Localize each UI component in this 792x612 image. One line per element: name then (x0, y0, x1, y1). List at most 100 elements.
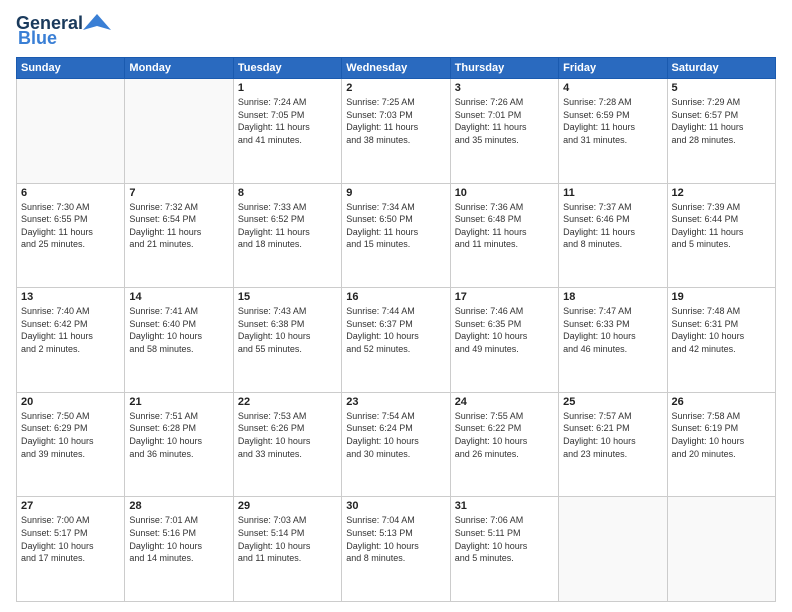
weekday-header-tuesday: Tuesday (233, 58, 341, 79)
calendar-cell: 27 Sunrise: 7:00 AMSunset: 5:17 PMDayligh… (17, 497, 125, 602)
day-number: 25 (563, 396, 662, 408)
day-detail: Sunrise: 7:25 AMSunset: 7:03 PMDaylight:… (346, 96, 445, 146)
calendar-cell: 16 Sunrise: 7:44 AMSunset: 6:37 PMDayligh… (342, 288, 450, 393)
day-detail: Sunrise: 7:50 AMSunset: 6:29 PMDaylight:… (21, 410, 120, 460)
day-detail: Sunrise: 7:53 AMSunset: 6:26 PMDaylight:… (238, 410, 337, 460)
day-detail: Sunrise: 7:40 AMSunset: 6:42 PMDaylight:… (21, 305, 120, 355)
day-detail: Sunrise: 7:57 AMSunset: 6:21 PMDaylight:… (563, 410, 662, 460)
day-detail: Sunrise: 7:28 AMSunset: 6:59 PMDaylight:… (563, 96, 662, 146)
calendar-cell: 20 Sunrise: 7:50 AMSunset: 6:29 PMDayligh… (17, 392, 125, 497)
day-number: 2 (346, 82, 445, 94)
page: General Blue SundayMondayTuesdayWednesda… (0, 0, 792, 612)
day-detail: Sunrise: 7:37 AMSunset: 6:46 PMDaylight:… (563, 201, 662, 251)
calendar-cell: 26 Sunrise: 7:58 AMSunset: 6:19 PMDayligh… (667, 392, 775, 497)
calendar-cell: 9 Sunrise: 7:34 AMSunset: 6:50 PMDaylight… (342, 183, 450, 288)
weekday-header-friday: Friday (559, 58, 667, 79)
calendar-cell: 8 Sunrise: 7:33 AMSunset: 6:52 PMDaylight… (233, 183, 341, 288)
week-row-1: 1 Sunrise: 7:24 AMSunset: 7:05 PMDaylight… (17, 79, 776, 184)
weekday-header-row: SundayMondayTuesdayWednesdayThursdayFrid… (17, 58, 776, 79)
day-detail: Sunrise: 7:46 AMSunset: 6:35 PMDaylight:… (455, 305, 554, 355)
day-number: 27 (21, 500, 120, 512)
header: General Blue (16, 12, 776, 49)
day-detail: Sunrise: 7:34 AMSunset: 6:50 PMDaylight:… (346, 201, 445, 251)
calendar-cell: 23 Sunrise: 7:54 AMSunset: 6:24 PMDayligh… (342, 392, 450, 497)
day-number: 31 (455, 500, 554, 512)
calendar-cell (17, 79, 125, 184)
day-number: 9 (346, 187, 445, 199)
day-number: 19 (672, 291, 771, 303)
calendar-cell: 4 Sunrise: 7:28 AMSunset: 6:59 PMDaylight… (559, 79, 667, 184)
day-number: 29 (238, 500, 337, 512)
calendar-cell: 2 Sunrise: 7:25 AMSunset: 7:03 PMDaylight… (342, 79, 450, 184)
day-number: 17 (455, 291, 554, 303)
day-number: 1 (238, 82, 337, 94)
day-number: 14 (129, 291, 228, 303)
day-detail: Sunrise: 7:54 AMSunset: 6:24 PMDaylight:… (346, 410, 445, 460)
calendar-cell: 28Sunrise: 7:01 AMSunset: 5:16 PMDayligh… (125, 497, 233, 602)
day-detail: Sunrise: 7:01 AMSunset: 5:16 PMDaylight:… (129, 514, 228, 564)
day-number: 16 (346, 291, 445, 303)
calendar-table: SundayMondayTuesdayWednesdayThursdayFrid… (16, 57, 776, 602)
day-number: 7 (129, 187, 228, 199)
logo-bird-icon (83, 12, 111, 34)
day-number: 11 (563, 187, 662, 199)
weekday-header-monday: Monday (125, 58, 233, 79)
day-detail: Sunrise: 7:51 AMSunset: 6:28 PMDaylight:… (129, 410, 228, 460)
day-number: 30 (346, 500, 445, 512)
weekday-header-wednesday: Wednesday (342, 58, 450, 79)
calendar-cell: 17 Sunrise: 7:46 AMSunset: 6:35 PMDayligh… (450, 288, 558, 393)
day-number: 23 (346, 396, 445, 408)
weekday-header-sunday: Sunday (17, 58, 125, 79)
calendar-cell: 5 Sunrise: 7:29 AMSunset: 6:57 PMDaylight… (667, 79, 775, 184)
day-detail: Sunrise: 7:43 AMSunset: 6:38 PMDaylight:… (238, 305, 337, 355)
logo: General Blue (16, 12, 111, 49)
calendar-cell: 21 Sunrise: 7:51 AMSunset: 6:28 PMDayligh… (125, 392, 233, 497)
calendar-cell: 30 Sunrise: 7:04 AMSunset: 5:13 PMDayligh… (342, 497, 450, 602)
week-row-3: 13Sunrise: 7:40 AMSunset: 6:42 PMDayligh… (17, 288, 776, 393)
day-number: 10 (455, 187, 554, 199)
calendar-cell: 19Sunrise: 7:48 AMSunset: 6:31 PMDayligh… (667, 288, 775, 393)
calendar-cell: 18Sunrise: 7:47 AMSunset: 6:33 PMDayligh… (559, 288, 667, 393)
day-detail: Sunrise: 7:26 AMSunset: 7:01 PMDaylight:… (455, 96, 554, 146)
calendar-cell: 29 Sunrise: 7:03 AMSunset: 5:14 PMDayligh… (233, 497, 341, 602)
day-number: 20 (21, 396, 120, 408)
calendar-cell: 22 Sunrise: 7:53 AMSunset: 6:26 PMDayligh… (233, 392, 341, 497)
day-detail: Sunrise: 7:29 AMSunset: 6:57 PMDaylight:… (672, 96, 771, 146)
day-detail: Sunrise: 7:30 AMSunset: 6:55 PMDaylight:… (21, 201, 120, 251)
day-detail: Sunrise: 7:58 AMSunset: 6:19 PMDaylight:… (672, 410, 771, 460)
weekday-header-thursday: Thursday (450, 58, 558, 79)
week-row-2: 6 Sunrise: 7:30 AMSunset: 6:55 PMDaylight… (17, 183, 776, 288)
calendar-cell: 31 Sunrise: 7:06 AMSunset: 5:11 PMDayligh… (450, 497, 558, 602)
day-number: 26 (672, 396, 771, 408)
weekday-header-saturday: Saturday (667, 58, 775, 79)
calendar-cell: 3 Sunrise: 7:26 AMSunset: 7:01 PMDaylight… (450, 79, 558, 184)
calendar-cell: 6 Sunrise: 7:30 AMSunset: 6:55 PMDaylight… (17, 183, 125, 288)
day-detail: Sunrise: 7:24 AMSunset: 7:05 PMDaylight:… (238, 96, 337, 146)
day-detail: Sunrise: 7:00 AMSunset: 5:17 PMDaylight:… (21, 514, 120, 564)
calendar-cell: 10Sunrise: 7:36 AMSunset: 6:48 PMDayligh… (450, 183, 558, 288)
day-detail: Sunrise: 7:39 AMSunset: 6:44 PMDaylight:… (672, 201, 771, 251)
day-detail: Sunrise: 7:33 AMSunset: 6:52 PMDaylight:… (238, 201, 337, 251)
day-detail: Sunrise: 7:03 AMSunset: 5:14 PMDaylight:… (238, 514, 337, 564)
day-number: 3 (455, 82, 554, 94)
day-number: 4 (563, 82, 662, 94)
day-detail: Sunrise: 7:04 AMSunset: 5:13 PMDaylight:… (346, 514, 445, 564)
calendar-cell: 15Sunrise: 7:43 AMSunset: 6:38 PMDayligh… (233, 288, 341, 393)
day-number: 6 (21, 187, 120, 199)
week-row-4: 20 Sunrise: 7:50 AMSunset: 6:29 PMDayligh… (17, 392, 776, 497)
calendar-cell: 1 Sunrise: 7:24 AMSunset: 7:05 PMDaylight… (233, 79, 341, 184)
calendar-cell (559, 497, 667, 602)
calendar-cell (667, 497, 775, 602)
day-number: 5 (672, 82, 771, 94)
logo-blue: Blue (18, 28, 57, 49)
calendar-cell: 14 Sunrise: 7:41 AMSunset: 6:40 PMDayligh… (125, 288, 233, 393)
day-detail: Sunrise: 7:44 AMSunset: 6:37 PMDaylight:… (346, 305, 445, 355)
day-number: 8 (238, 187, 337, 199)
day-detail: Sunrise: 7:41 AMSunset: 6:40 PMDaylight:… (129, 305, 228, 355)
day-number: 18 (563, 291, 662, 303)
day-number: 22 (238, 396, 337, 408)
day-detail: Sunrise: 7:06 AMSunset: 5:11 PMDaylight:… (455, 514, 554, 564)
day-number: 21 (129, 396, 228, 408)
day-detail: Sunrise: 7:32 AMSunset: 6:54 PMDaylight:… (129, 201, 228, 251)
calendar-cell: 11 Sunrise: 7:37 AMSunset: 6:46 PMDayligh… (559, 183, 667, 288)
